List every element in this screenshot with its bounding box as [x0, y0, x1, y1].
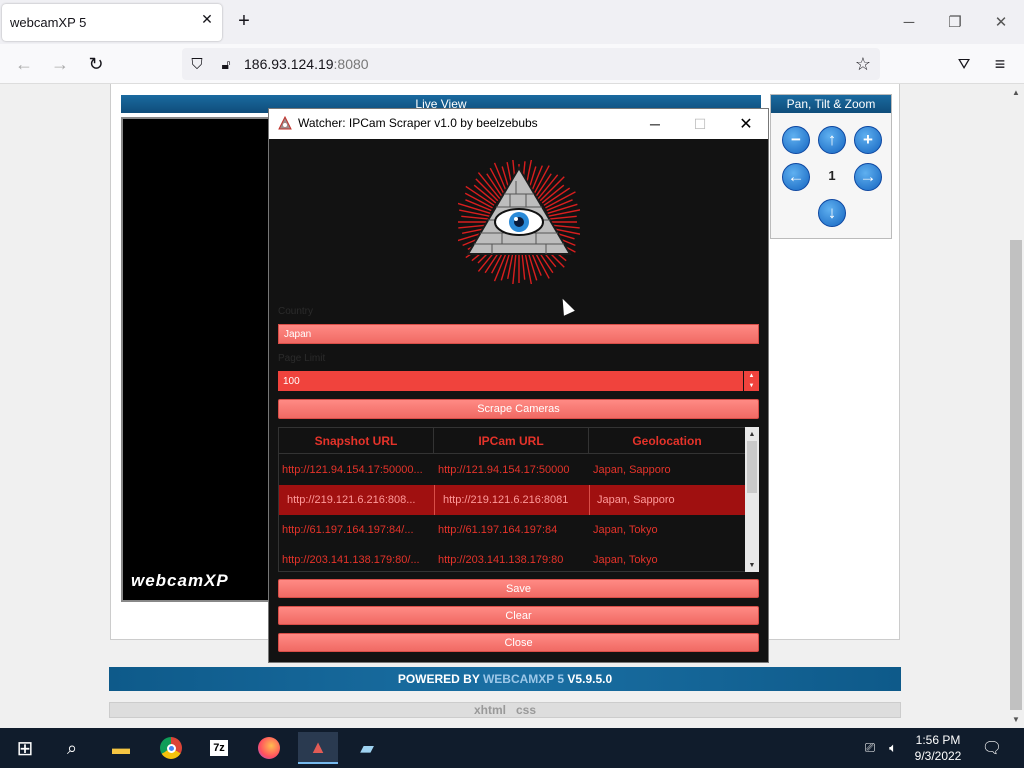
page-limit-input[interactable]: 100	[278, 371, 743, 391]
ptz-header: Pan, Tilt & Zoom	[771, 95, 891, 113]
logo-ray	[539, 176, 565, 202]
column-header-snapshot-url[interactable]: Snapshot URL	[279, 428, 434, 454]
7zip-icon[interactable]: 7z	[199, 732, 239, 764]
snapshot-url-cell: http://203.141.138.179:80/...	[282, 554, 420, 566]
scrape-cameras-button[interactable]: Scrape Cameras	[278, 399, 759, 419]
clear-button[interactable]: Clear	[278, 606, 759, 625]
country-input[interactable]: Japan	[278, 324, 759, 344]
footer-links: xhtml css	[109, 702, 901, 718]
url-host: 186.93.124.19	[244, 56, 334, 72]
powered-brand: WEBCAMXP 5	[482, 672, 565, 686]
tilt-up-icon[interactable]: ↑	[818, 126, 846, 154]
page-limit-label: Page Limit	[278, 353, 326, 364]
snapshot-url-cell: http://121.94.154.17:50000...	[282, 464, 423, 476]
scroll-down-icon[interactable]: ▼	[1008, 713, 1024, 725]
pocket-icon[interactable]: ⛛	[953, 53, 975, 75]
clock-date: 9/3/2022	[914, 749, 962, 763]
geolocation-cell: Japan, Sapporo	[593, 464, 671, 476]
menu-icon[interactable]: ≡	[989, 53, 1011, 75]
spinner-up-icon[interactable]: ▲	[744, 371, 759, 381]
zoom-out-icon[interactable]: −	[782, 126, 810, 154]
snapshot-url-cell: http://61.197.164.197:84/...	[282, 524, 414, 536]
powered-version: V5.9.5.0	[564, 672, 613, 686]
browser-tab[interactable]: webcamXP 5	[2, 4, 222, 41]
geolocation-cell: Japan, Tokyo	[593, 524, 658, 536]
search-icon[interactable]: ⌕	[52, 732, 92, 764]
shield-icon[interactable]: ⛉	[186, 53, 208, 75]
close-window-icon[interactable]: ✕	[991, 12, 1011, 32]
country-label: Country	[278, 306, 314, 317]
pyramid-eye-app-icon	[278, 116, 292, 130]
ptz-step-value: 1	[828, 168, 836, 183]
table-scroll-up-icon[interactable]: ▲	[745, 428, 759, 440]
dialog-maximize-icon[interactable]: ☐	[689, 113, 711, 135]
clock[interactable]: 1:56 PM 9/3/2022	[898, 732, 978, 764]
bookmark-star-icon[interactable]: ☆	[852, 53, 874, 75]
xhtml-link[interactable]: xhtml	[474, 703, 506, 717]
ipcam-url-cell: http://61.197.164.197:84	[438, 524, 558, 536]
all-seeing-eye-logo	[458, 160, 580, 284]
ipcam-url-cell: http://121.94.154.17:50000	[438, 464, 570, 476]
clock-time: 1:56 PM	[915, 733, 961, 747]
logo-ray	[521, 251, 526, 280]
logo-ray	[548, 215, 577, 220]
table-row-selected[interactable]: http://219.121.6.216:808... http://219.1…	[279, 485, 745, 515]
chrome-icon[interactable]	[151, 732, 191, 764]
notifications-icon[interactable]: 🗨︎	[980, 736, 1004, 760]
page-scrollbar-thumb[interactable]	[1010, 240, 1022, 710]
dialog-close-icon[interactable]: ✕	[735, 113, 757, 135]
firefox-icon[interactable]	[249, 732, 289, 764]
geolocation-cell: Japan, Sapporo	[597, 494, 675, 506]
table-scrollbar-thumb[interactable]	[747, 441, 757, 493]
ipcam-url-cell: http://203.141.138.179:80	[438, 554, 564, 566]
notepad-icon[interactable]: ▰	[347, 732, 387, 764]
tab-title: webcamXP 5	[10, 15, 87, 30]
css-link[interactable]: css	[516, 703, 536, 717]
url-text: 186.93.124.19:8080	[244, 56, 369, 72]
close-button[interactable]: Close	[278, 633, 759, 652]
column-header-geolocation[interactable]: Geolocation	[589, 428, 745, 454]
forward-icon[interactable]: →	[49, 53, 71, 75]
tilt-down-icon[interactable]: ↓	[818, 199, 846, 227]
table-row[interactable]: http://61.197.164.197:84/... http://61.1…	[279, 515, 745, 545]
back-icon[interactable]: ←	[13, 53, 35, 75]
logo-ray	[548, 209, 580, 217]
url-port: :8080	[333, 56, 369, 72]
geolocation-cell: Japan, Tokyo	[593, 554, 658, 566]
live-view-frame	[121, 117, 271, 602]
dialog-title: Watcher: IPCam Scraper v1.0 by beelzebub…	[298, 116, 538, 130]
column-header-ipcam-url[interactable]: IPCam URL	[434, 428, 589, 454]
close-tab-icon[interactable]: ✕	[198, 10, 216, 28]
zoom-in-icon[interactable]: +	[854, 126, 882, 154]
dialog-minimize-icon[interactable]: ─	[644, 113, 666, 135]
lock-icon[interactable]: 🔓︎	[215, 53, 237, 75]
windows-start-icon[interactable]: ⊞	[5, 732, 45, 764]
logo-ray	[524, 251, 533, 284]
spinner-down-icon[interactable]: ▼	[744, 381, 759, 391]
snapshot-url-cell: http://219.121.6.216:808...	[287, 494, 416, 506]
network-icon[interactable]: ⎚	[860, 738, 880, 758]
scroll-up-icon[interactable]: ▲	[1008, 86, 1024, 98]
restore-window-icon[interactable]: ❐	[945, 12, 965, 32]
table-row[interactable]: http://121.94.154.17:50000... http://121…	[279, 455, 745, 485]
powered-by-banner: POWERED BY WEBCAMXP 5 V5.9.5.0	[109, 667, 901, 691]
ipcam-url-cell: http://219.121.6.216:8081	[443, 494, 569, 506]
pan-right-icon[interactable]: →	[854, 163, 882, 191]
webcamxp-logo: webcamXP	[131, 571, 229, 590]
file-explorer-icon[interactable]: ▬	[101, 732, 141, 764]
new-tab-icon[interactable]: +	[234, 10, 254, 32]
powered-prefix: POWERED BY	[397, 672, 483, 686]
pan-left-icon[interactable]: ←	[782, 163, 810, 191]
table-row[interactable]: http://203.141.138.179:80/... http://203…	[279, 545, 745, 572]
reload-icon[interactable]: ↻	[85, 53, 107, 75]
logo-ray	[461, 215, 490, 220]
logo-ray	[512, 251, 517, 284]
watcher-taskbar-icon[interactable]: ▲	[298, 732, 338, 764]
save-button[interactable]: Save	[278, 579, 759, 598]
table-scroll-down-icon[interactable]: ▼	[745, 559, 759, 571]
minimize-window-icon[interactable]: ─	[899, 12, 919, 32]
